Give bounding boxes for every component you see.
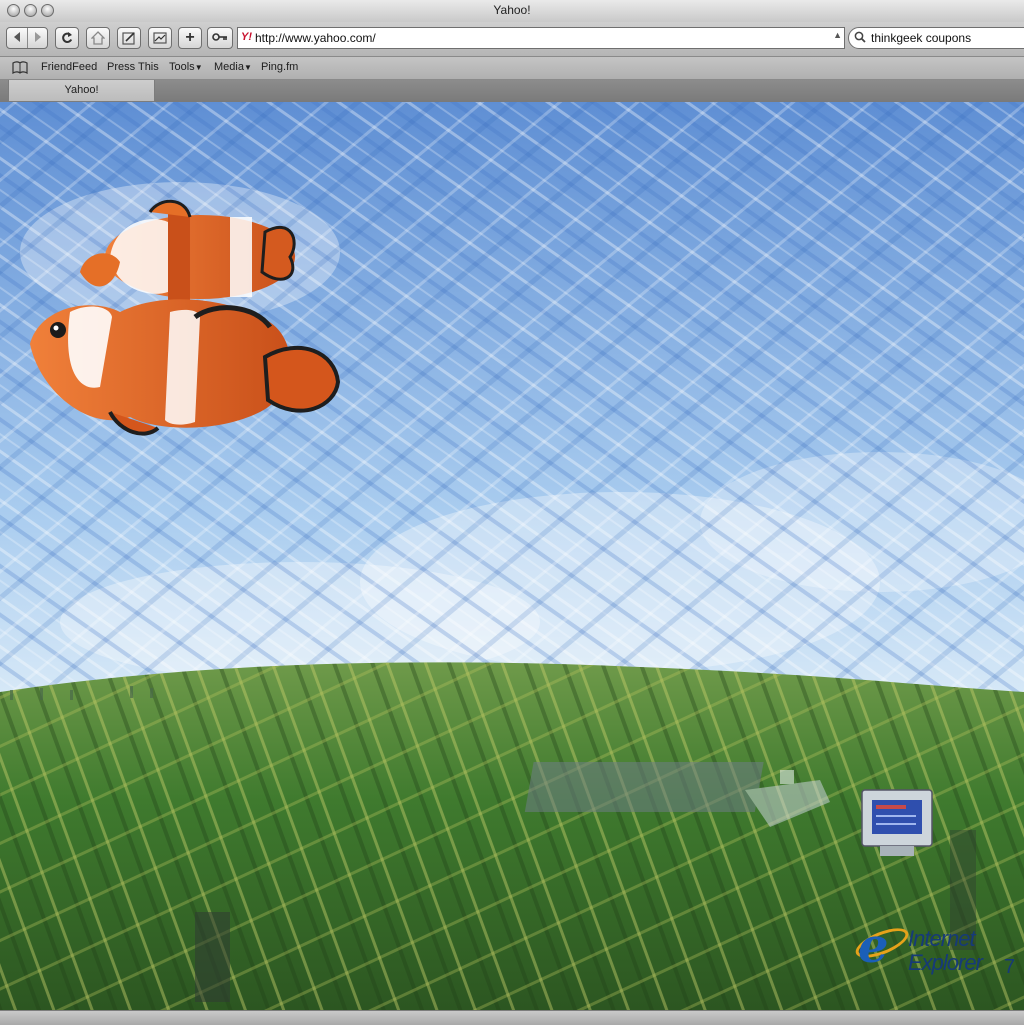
search-query[interactable]: thinkgeek coupons [871,31,971,45]
forward-button[interactable] [28,28,48,48]
reload-icon [62,32,73,43]
reload-button[interactable] [55,27,79,49]
open-book-icon[interactable] [12,61,28,74]
edit-button[interactable] [117,27,141,49]
ie-logo-line2: Explorer [908,950,983,975]
status-bar [0,1010,1024,1025]
back-forward-control [6,27,48,49]
back-button[interactable] [7,28,28,48]
yahoo-favicon: Y! [241,31,252,43]
bookmarks-bar: FriendFeed Press This Tools▼ Media▼ Ping… [0,57,1024,80]
chevron-up-icon[interactable]: ▲ [833,30,842,40]
edit-icon [122,32,135,45]
ie-logo-version: 7 [1004,956,1016,978]
home-icon [91,31,105,45]
ie-e-icon: e [858,918,889,974]
home-button[interactable] [86,27,110,49]
bookmark-menu-tools[interactable]: Tools▼ [169,61,203,73]
navigation-toolbar: + Y! http://www.yahoo.com/ ▲ thinkgeek c… [0,22,1024,57]
bookmark-ping-fm[interactable]: Ping.fm [261,61,298,73]
add-bookmark-button[interactable]: + [178,27,202,49]
snapshot-button[interactable] [148,27,172,49]
bookmark-menu-media[interactable]: Media▼ [214,61,252,73]
bookmark-tools-label: Tools [169,61,195,73]
snapshot-icon [153,32,167,44]
search-field[interactable]: thinkgeek coupons [848,27,1024,49]
dropdown-arrow-icon: ▼ [243,63,252,72]
monitor-icon [861,789,933,856]
bookmark-media-label: Media [214,61,244,73]
internet-explorer-logo: e Internet Explorer 7 [851,918,1018,978]
ie-logo-line1: Internet [908,926,976,951]
forward-arrow-icon [35,32,41,42]
key-icon [212,33,227,41]
background-artwork [0,102,1024,1010]
page-content: e Internet Explorer 7 [0,102,1024,1010]
key-button[interactable] [207,27,233,49]
tab-bar: Yahoo! [0,80,1024,102]
address-bar[interactable]: Y! http://www.yahoo.com/ ▲ [237,27,845,49]
title-bar: Yahoo! [0,0,1024,23]
search-icon [854,31,866,43]
bookmark-press-this[interactable]: Press This [107,61,159,73]
back-arrow-icon [14,32,20,42]
bookmark-friendfeed[interactable]: FriendFeed [41,61,97,73]
tab-yahoo[interactable]: Yahoo! [8,80,155,102]
address-bar-url[interactable]: http://www.yahoo.com/ [255,31,376,45]
dropdown-arrow-icon: ▼ [194,63,203,72]
window-title: Yahoo! [493,3,531,17]
